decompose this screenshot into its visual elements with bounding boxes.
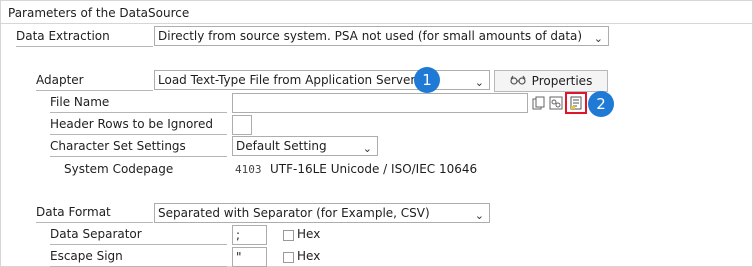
data-format-dropdown[interactable]: Separated with Separator (for Example, C… bbox=[154, 203, 490, 223]
codepage-label: System Codepage bbox=[64, 162, 174, 176]
file-name-input[interactable] bbox=[232, 93, 528, 113]
data-format-label: Data Format bbox=[36, 203, 153, 223]
data-separator-hex-label: Hex bbox=[297, 227, 321, 241]
header-rows-input[interactable] bbox=[232, 115, 252, 135]
charset-dropdown[interactable]: Default Setting ⌄ bbox=[232, 136, 378, 156]
data-separator-value: ; bbox=[236, 228, 241, 242]
callout-one-badge: 1 bbox=[414, 67, 440, 93]
escape-sign-input[interactable]: " bbox=[232, 247, 267, 267]
chevron-down-icon: ⌄ bbox=[474, 76, 484, 89]
copy-icon[interactable] bbox=[532, 96, 546, 113]
data-separator-input[interactable]: ; bbox=[232, 225, 267, 245]
chevron-down-icon: ⌄ bbox=[362, 142, 372, 155]
document-icon bbox=[570, 96, 582, 110]
charset-value: Default Setting bbox=[236, 139, 327, 153]
escape-sign-hex-label: Hex bbox=[297, 249, 321, 263]
escape-sign-value: " bbox=[236, 250, 242, 264]
data-extraction-dropdown[interactable]: Directly from source system. PSA not use… bbox=[154, 26, 609, 46]
codepage-description: UTF-16LE Unicode / ISO/IEC 10646 bbox=[270, 162, 478, 176]
properties-button[interactable]: Properties bbox=[494, 70, 608, 92]
adapter-value: Load Text-Type File from Application Ser… bbox=[158, 73, 416, 87]
data-separator-label: Data Separator bbox=[50, 225, 227, 245]
group-title: Parameters of the DataSource bbox=[8, 6, 190, 20]
group-divider bbox=[1, 23, 752, 24]
datasource-parameters-panel: Parameters of the DataSource Data Extrac… bbox=[0, 0, 753, 267]
data-extraction-value: Directly from source system. PSA not use… bbox=[158, 29, 583, 43]
charset-label: Character Set Settings bbox=[50, 137, 227, 157]
escape-sign-hex-checkbox[interactable] bbox=[283, 252, 294, 263]
properties-label: Properties bbox=[531, 74, 593, 88]
file-name-label: File Name bbox=[50, 93, 227, 113]
show-file-button[interactable] bbox=[565, 92, 587, 114]
data-separator-hex-checkbox[interactable] bbox=[283, 230, 294, 241]
chevron-down-icon: ⌄ bbox=[474, 209, 484, 222]
escape-sign-label: Escape Sign bbox=[50, 247, 227, 267]
codepage-code: 4103 bbox=[235, 163, 262, 176]
glasses-icon bbox=[510, 74, 526, 88]
header-rows-label: Header Rows to be Ignored bbox=[50, 115, 227, 135]
data-format-value: Separated with Separator (for Example, C… bbox=[158, 206, 430, 220]
data-extraction-label: Data Extraction bbox=[16, 27, 153, 47]
callout-two-badge: 2 bbox=[588, 91, 614, 117]
file-browse-icon[interactable] bbox=[549, 96, 563, 113]
adapter-label: Adapter bbox=[36, 71, 153, 91]
chevron-down-icon: ⌄ bbox=[593, 32, 603, 45]
